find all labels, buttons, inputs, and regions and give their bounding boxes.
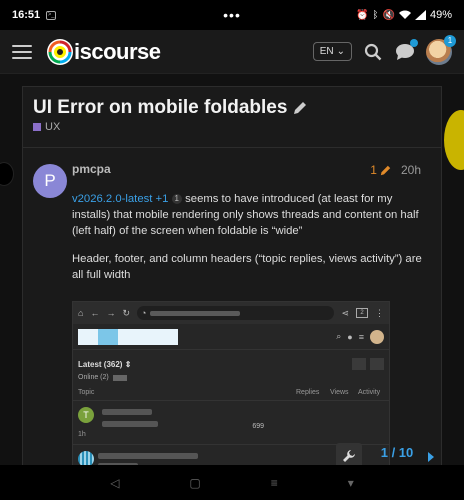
logo-wordmark: iscourse: [74, 38, 161, 64]
battery-text: 49%: [429, 9, 452, 21]
status-time: 16:51: [12, 9, 41, 21]
table-row: T 1h 699: [73, 401, 389, 445]
alarm-icon: ⏰: [356, 9, 369, 21]
terminal-icon: >_: [46, 10, 57, 20]
forward-icon: →: [106, 308, 116, 318]
category-badge[interactable]: UX: [33, 121, 60, 133]
signal-icon: [414, 10, 426, 20]
blurred-title: [102, 409, 152, 415]
embedded-header-icons: ⌕ ● ≡: [336, 329, 384, 344]
system-nav-bar: ◁ ▢ ≡ ▾: [0, 465, 464, 500]
col-activity: Activity: [358, 389, 381, 396]
pencil-icon: [380, 165, 391, 175]
avatar: [370, 329, 384, 344]
blurred-avatars: [112, 374, 127, 381]
back-nav-button[interactable]: ◁: [110, 476, 119, 490]
topic-page: UI Error on mobile foldables UX P pmcpa …: [0, 74, 464, 465]
background-decoration: [444, 110, 464, 170]
chat-button[interactable]: [394, 38, 418, 63]
site-header: iscourse EN ⌄ 1: [0, 30, 464, 74]
hamburger-menu-button[interactable]: [12, 44, 32, 59]
chat-unread-dot: [410, 38, 418, 47]
chevron-updown-icon: ⇕: [122, 359, 132, 369]
home-nav-button[interactable]: ▢: [189, 476, 200, 490]
topic-title-text: UI Error on mobile foldables: [33, 97, 288, 118]
background-decoration: [0, 162, 14, 186]
expand-arrow-icon[interactable]: [428, 452, 434, 462]
row-value: 699: [252, 423, 264, 430]
mute-icon: 🔇: [382, 9, 395, 21]
timeline-progress[interactable]: 1 / 10: [370, 445, 424, 460]
category-color-square: [33, 123, 41, 131]
post-paragraph: v2026.2.0-latest +1 1 seems to have intr…: [72, 191, 432, 239]
page-title: UI Error on mobile foldables: [33, 97, 307, 119]
blurred-title: [102, 421, 158, 427]
language-switcher[interactable]: EN ⌄: [312, 42, 352, 61]
topic-container: UI Error on mobile foldables UX P pmcpa …: [22, 86, 442, 465]
embedded-site-header: ⌕ ● ≡: [73, 324, 389, 350]
embedded-browser-bar: ⌂ ← → ↻ ◔ ⋖ 2 ⋮: [73, 302, 389, 324]
post-author-username[interactable]: pmcpa: [72, 162, 111, 176]
embedded-column-headers: Topic Replies Views Activity: [73, 383, 389, 401]
search-button[interactable]: [362, 41, 384, 63]
tab-count-icon: 2: [356, 308, 368, 318]
discourse-logo-icon: [47, 38, 73, 65]
post-paragraph: Header, footer, and column headers (“top…: [72, 253, 422, 281]
avatar: [78, 451, 94, 465]
list-icon: [352, 358, 366, 370]
divider: [23, 147, 441, 148]
post-meta: 1 20h: [370, 163, 421, 177]
status-bar: 16:51 >_ ••• ⏰ ᛒ 🔇 49%: [0, 0, 464, 30]
search-icon: [364, 43, 382, 60]
notification-badge: 1: [444, 34, 456, 47]
avatar: T: [78, 407, 94, 423]
online-label: Online (2): [78, 374, 109, 381]
share-icon: ⋖: [341, 307, 349, 318]
embedded-latest-row: Latest (362) ⇕: [73, 350, 389, 372]
col-views: Views: [330, 389, 349, 396]
col-replies: Replies: [296, 389, 320, 396]
col-topic: Topic: [78, 389, 95, 396]
bluetooth-icon: ᛒ: [372, 9, 379, 21]
keyboard-nav-icon[interactable]: ▾: [348, 476, 354, 490]
blurred-logo: [78, 328, 178, 345]
post-body: v2026.2.0-latest +1 1 seems to have intr…: [72, 191, 432, 295]
wrench-icon: [343, 450, 355, 462]
blurred-title: [98, 453, 198, 459]
row-age: 1h: [78, 431, 86, 438]
embedded-screenshot[interactable]: ⌂ ← → ↻ ◔ ⋖ 2 ⋮ ⌕ ● ≡ Latest (362) ⇕ Onl…: [72, 301, 390, 465]
shield-icon: ◔: [140, 308, 147, 318]
post-author-avatar[interactable]: P: [33, 164, 67, 198]
language-label: EN: [319, 46, 334, 57]
wifi-icon: [398, 10, 411, 19]
edit-history-button[interactable]: 1: [370, 163, 391, 177]
embedded-list-buttons: [352, 358, 384, 370]
category-label: UX: [45, 121, 61, 133]
home-icon: ⌂: [78, 308, 84, 318]
latest-label: Latest (362): [78, 359, 123, 369]
link-click-count: 1: [171, 194, 182, 205]
pencil-edit-icon[interactable]: [293, 101, 307, 115]
reload-icon: ↻: [122, 307, 130, 318]
menu-icon: ≡: [358, 331, 364, 342]
chevron-down-icon: ⌄: [336, 46, 345, 57]
embedded-online-row: Online (2): [73, 372, 389, 383]
chat-icon: ●: [347, 331, 353, 342]
post-age[interactable]: 20h: [401, 163, 421, 177]
status-icons: ⏰ ᛒ 🔇 49%: [356, 9, 452, 21]
user-menu-button[interactable]: 1: [426, 34, 456, 65]
search-icon: ⌕: [336, 331, 342, 341]
site-logo[interactable]: iscourse: [46, 38, 161, 66]
embedded-url-bar: ◔: [136, 306, 335, 320]
version-link[interactable]: v2026.2.0-latest +1: [72, 193, 168, 205]
more-icon: ⋮: [375, 307, 384, 318]
back-icon: ←: [90, 308, 100, 318]
status-dots: •••: [223, 7, 241, 23]
edit-count: 1: [370, 163, 377, 177]
new-topic-icon: [370, 358, 384, 370]
blurred-url: [150, 310, 241, 316]
recents-nav-button[interactable]: ≡: [271, 476, 278, 490]
header-actions: EN ⌄ 1: [312, 34, 456, 65]
